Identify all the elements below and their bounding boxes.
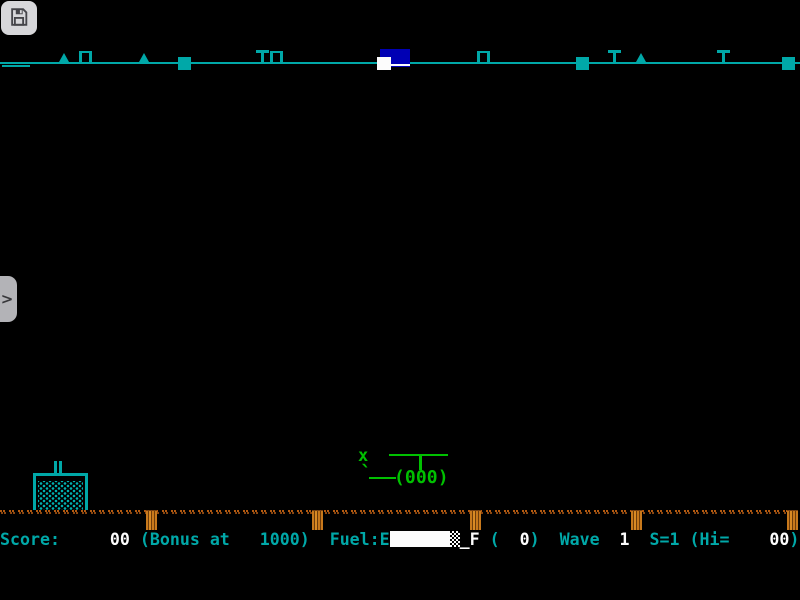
radar-icon-pylon bbox=[79, 51, 92, 63]
fuel-label: Fuel:E bbox=[330, 530, 390, 549]
depot-fill-pattern bbox=[38, 481, 83, 510]
radar-icon-hill bbox=[636, 53, 646, 62]
helicopter-body: (000) bbox=[394, 467, 449, 488]
score-label: Score: bbox=[0, 530, 110, 549]
hi-close: ) bbox=[789, 530, 799, 549]
ground-post bbox=[146, 510, 157, 530]
wave-value: 1 bbox=[620, 530, 630, 549]
radar-player-line bbox=[391, 64, 410, 66]
status-line: Score: 00 (Bonus at 1000) Fuel:E_F ( 0) … bbox=[0, 529, 800, 551]
fuel-count-close: ) bbox=[530, 530, 560, 549]
chevron-right-icon: > bbox=[1, 290, 14, 308]
ships-hi-label: S=1 (Hi= bbox=[630, 530, 770, 549]
depot-tank bbox=[33, 473, 88, 510]
radar-icon-tower bbox=[608, 50, 621, 63]
bonus-text: (Bonus at 1000) bbox=[130, 530, 330, 549]
radar-icon-pylon bbox=[477, 51, 490, 63]
ground-dashes bbox=[0, 512, 800, 514]
radar-icon-pylon bbox=[270, 51, 283, 63]
fuel-bar-partial bbox=[450, 531, 460, 547]
fuel-bar-full bbox=[390, 531, 450, 547]
expand-panel-tab[interactable]: > bbox=[0, 276, 17, 322]
radar-player-square bbox=[377, 57, 391, 70]
radar-icon-tower bbox=[256, 50, 269, 63]
radar-icon-block bbox=[782, 57, 795, 70]
radar-icon-hill bbox=[139, 53, 149, 62]
ground-post bbox=[470, 510, 481, 530]
wave-label: Wave bbox=[560, 530, 620, 549]
radar-icon-block bbox=[178, 57, 191, 70]
ground-post bbox=[312, 510, 323, 530]
radar-icon-dash bbox=[2, 65, 30, 67]
fuel-count-value: 0 bbox=[520, 530, 530, 549]
fuel-end-label: _F bbox=[460, 530, 480, 549]
score-value: 00 bbox=[110, 530, 130, 549]
ground-post bbox=[787, 510, 798, 530]
radar-icon-tower bbox=[717, 50, 730, 63]
radar-strip bbox=[0, 0, 800, 80]
helicopter-tail-boom bbox=[369, 477, 396, 479]
fuel-count-open: ( bbox=[480, 530, 520, 549]
radar-icon-hill bbox=[59, 53, 69, 62]
helicopter-skid: ` bbox=[360, 461, 372, 485]
radar-icon-block bbox=[576, 57, 589, 70]
ground-post bbox=[631, 510, 642, 530]
hi-value: 00 bbox=[769, 530, 789, 549]
game-screen[interactable]: > x ` (000) Score: 00 (Bonus at 1000) Fu… bbox=[0, 0, 800, 600]
